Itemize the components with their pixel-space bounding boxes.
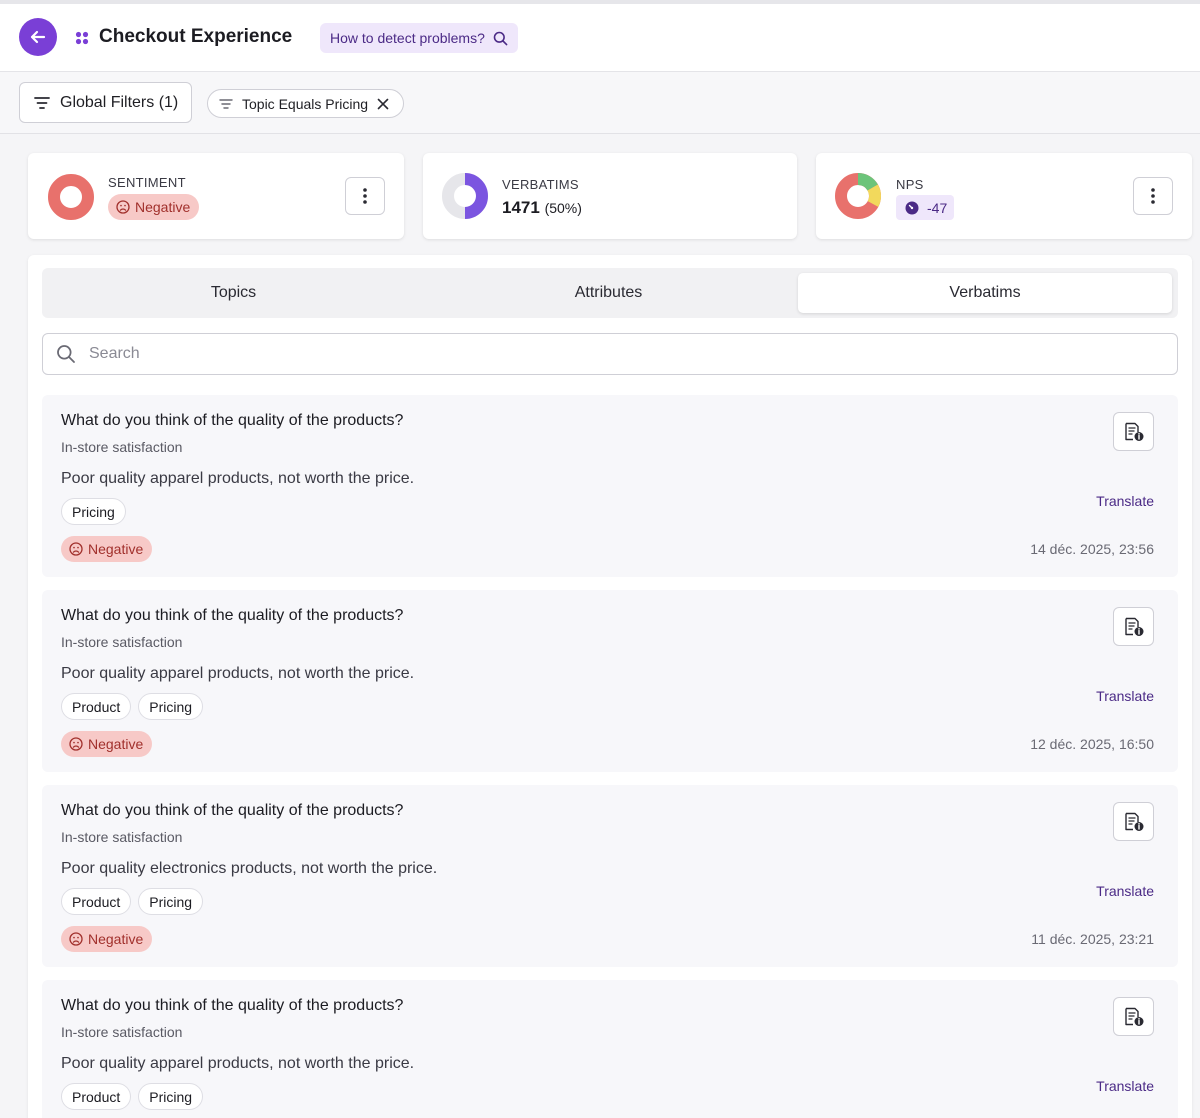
gauge-icon <box>905 201 919 214</box>
sentiment-badge: Negative <box>61 731 153 757</box>
sentiment-value: Negative <box>88 736 144 752</box>
topic-tag[interactable]: Product <box>61 1083 132 1110</box>
topic-tag[interactable]: Product <box>61 693 132 720</box>
verbatim-survey: In-store satisfaction <box>61 1024 183 1040</box>
verbatim-tags: Pricing <box>61 498 126 525</box>
filters-bar: Global Filters (1) Topic Equals Pricing <box>0 72 1200 134</box>
document-info-icon <box>1124 1007 1143 1026</box>
topic-tag[interactable]: Pricing <box>138 1083 204 1110</box>
verbatim-card: What do you think of the quality of the … <box>42 395 1178 577</box>
nps-donut-chart <box>835 173 881 219</box>
translate-link[interactable]: Translate <box>1096 493 1154 509</box>
verbatim-tags: Product Pricing <box>61 693 204 720</box>
detect-problems-label: How to detect problems? <box>330 30 485 46</box>
topic-tag[interactable]: Product <box>61 888 132 915</box>
verbatims-count: 1471 <box>502 198 540 217</box>
tab-verbatims[interactable]: Verbatims <box>798 273 1172 313</box>
search-box <box>42 333 1178 375</box>
verbatim-tags: Product Pricing <box>61 888 204 915</box>
verbatim-details-button[interactable] <box>1113 412 1154 451</box>
verbatim-survey: In-store satisfaction <box>61 634 183 650</box>
sentiment-donut-chart <box>48 174 94 220</box>
verbatims-share-arc <box>464 173 488 219</box>
document-info-icon <box>1124 617 1143 636</box>
document-info-icon <box>1124 422 1143 441</box>
filter-lines-icon <box>219 98 233 109</box>
nps-badge: -47 <box>896 195 955 220</box>
global-filters-label: Global Filters (1) <box>60 93 179 111</box>
verbatim-question: What do you think of the quality of the … <box>61 412 404 429</box>
verbatim-details-button[interactable] <box>1113 997 1154 1036</box>
close-icon[interactable] <box>377 98 389 110</box>
page-title: Checkout Experience <box>99 26 293 47</box>
verbatim-tags: Product Pricing <box>61 1083 204 1110</box>
verbatim-date: 14 déc. 2025, 23:56 <box>1030 541 1154 557</box>
verbatim-question: What do you think of the quality of the … <box>61 997 404 1014</box>
translate-link[interactable]: Translate <box>1096 688 1154 704</box>
verbatim-survey: In-store satisfaction <box>61 439 183 455</box>
more-vertical-icon <box>363 188 367 204</box>
verbatim-card: What do you think of the quality of the … <box>42 785 1178 967</box>
verbatim-question: What do you think of the quality of the … <box>61 607 404 624</box>
sentiment-badge: Negative <box>61 926 153 952</box>
verbatim-card: What do you think of the quality of the … <box>42 980 1178 1118</box>
verbatim-survey: In-store satisfaction <box>61 829 183 845</box>
translate-link[interactable]: Translate <box>1096 1078 1154 1094</box>
search-icon <box>57 345 75 363</box>
sentiment-value: Negative <box>135 199 191 215</box>
back-button[interactable] <box>19 18 57 56</box>
active-filter-label: Topic Equals Pricing <box>242 95 369 112</box>
tab-topics[interactable]: Topics <box>47 273 420 313</box>
nps-value: -47 <box>927 199 948 216</box>
verbatim-text: Poor quality electronics products, not w… <box>61 860 438 877</box>
search-input[interactable] <box>89 342 1159 366</box>
topic-tag[interactable]: Pricing <box>138 888 204 915</box>
verbatims-percent: (50%) <box>544 200 582 216</box>
frown-face-icon <box>116 200 130 214</box>
main-panel: Topics Attributes Verbatims What do you … <box>28 255 1192 1118</box>
verbatim-date: 12 déc. 2025, 16:50 <box>1030 736 1154 752</box>
frown-face-icon <box>69 542 83 556</box>
verbatim-card: What do you think of the quality of the … <box>42 590 1178 772</box>
sentiment-card: SENTIMENT Negative <box>28 153 404 239</box>
global-filters-button[interactable]: Global Filters (1) <box>19 82 193 123</box>
page-header: Checkout Experience How to detect proble… <box>0 4 1200 72</box>
tabs-bar: Topics Attributes Verbatims <box>42 268 1178 318</box>
nps-label: NPS <box>896 177 924 192</box>
sentiment-label: SENTIMENT <box>108 175 186 190</box>
search-icon <box>493 31 508 45</box>
tab-attributes[interactable]: Attributes <box>422 273 795 313</box>
translate-link[interactable]: Translate <box>1096 883 1154 899</box>
verbatim-details-button[interactable] <box>1113 607 1154 646</box>
frown-face-icon <box>69 932 83 946</box>
verbatims-card: VERBATIMS 1471 (50%) <box>423 153 797 239</box>
arrow-left-icon <box>30 30 46 44</box>
topic-tag[interactable]: Pricing <box>61 498 126 525</box>
nps-card: NPS -47 <box>816 153 1192 239</box>
verbatim-text: Poor quality apparel products, not worth… <box>61 1055 415 1072</box>
sentiment-value: Negative <box>88 931 144 947</box>
document-info-icon <box>1124 812 1143 831</box>
verbatim-details-button[interactable] <box>1113 802 1154 841</box>
verbatim-text: Poor quality apparel products, not worth… <box>61 665 415 682</box>
more-vertical-icon <box>1151 188 1155 204</box>
grid-dots-icon <box>75 31 89 45</box>
verbatims-label: VERBATIMS <box>502 177 579 192</box>
verbatims-donut-chart <box>442 173 488 219</box>
nps-more-button[interactable] <box>1133 177 1173 215</box>
topic-tag[interactable]: Pricing <box>138 693 204 720</box>
verbatim-question: What do you think of the quality of the … <box>61 802 404 819</box>
active-filter-chip[interactable]: Topic Equals Pricing <box>207 89 405 118</box>
filter-lines-icon <box>34 96 50 109</box>
sentiment-more-button[interactable] <box>345 177 385 215</box>
sentiment-value: Negative <box>88 541 144 557</box>
frown-face-icon <box>69 737 83 751</box>
verbatim-date: 11 déc. 2025, 23:21 <box>1031 931 1154 947</box>
detect-problems-button[interactable]: How to detect problems? <box>320 23 518 53</box>
verbatim-text: Poor quality apparel products, not worth… <box>61 470 415 487</box>
sentiment-badge: Negative <box>108 194 200 220</box>
sentiment-badge: Negative <box>61 536 153 562</box>
